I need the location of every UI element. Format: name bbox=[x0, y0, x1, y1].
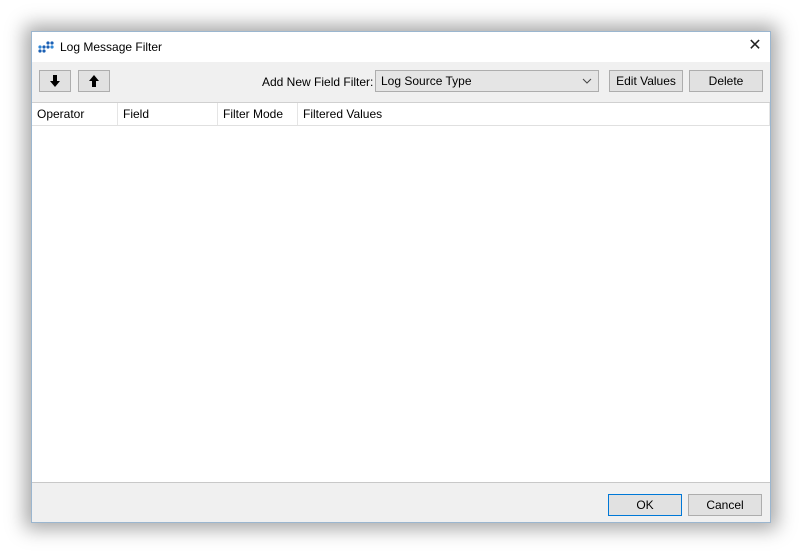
chevron-down-icon bbox=[582, 78, 592, 84]
column-header-operator[interactable]: Operator bbox=[32, 103, 118, 125]
delete-button[interactable]: Delete bbox=[689, 70, 763, 92]
close-icon[interactable]: ✕ bbox=[744, 35, 766, 57]
column-header-field[interactable]: Field bbox=[118, 103, 218, 125]
arrow-up-icon bbox=[89, 75, 99, 87]
add-filter-label: Add New Field Filter: bbox=[262, 75, 374, 89]
log-message-filter-dialog: Log Message Filter ✕ Add New Field Filte… bbox=[31, 31, 771, 523]
field-filter-combobox[interactable]: Log Source Type bbox=[375, 70, 599, 92]
title-bar: Log Message Filter ✕ bbox=[32, 32, 770, 62]
edit-values-button[interactable]: Edit Values bbox=[609, 70, 683, 92]
list-header: Operator Field Filter Mode Filtered Valu… bbox=[32, 103, 770, 126]
move-up-button[interactable] bbox=[78, 70, 110, 92]
arrow-down-icon bbox=[50, 75, 60, 87]
column-header-filter-mode[interactable]: Filter Mode bbox=[218, 103, 298, 125]
move-down-button[interactable] bbox=[39, 70, 71, 92]
combo-selected-value: Log Source Type bbox=[381, 74, 472, 88]
ok-button[interactable]: OK bbox=[608, 494, 682, 516]
column-header-filtered-values[interactable]: Filtered Values bbox=[298, 103, 770, 125]
screen-background: Log Message Filter ✕ Add New Field Filte… bbox=[0, 0, 801, 552]
filter-list[interactable]: Operator Field Filter Mode Filtered Valu… bbox=[32, 102, 770, 483]
grid-dots-icon bbox=[38, 41, 54, 53]
cancel-button[interactable]: Cancel bbox=[688, 494, 762, 516]
window-title: Log Message Filter bbox=[60, 40, 163, 54]
toolbar: Add New Field Filter: Log Source Type Ed… bbox=[32, 62, 770, 102]
